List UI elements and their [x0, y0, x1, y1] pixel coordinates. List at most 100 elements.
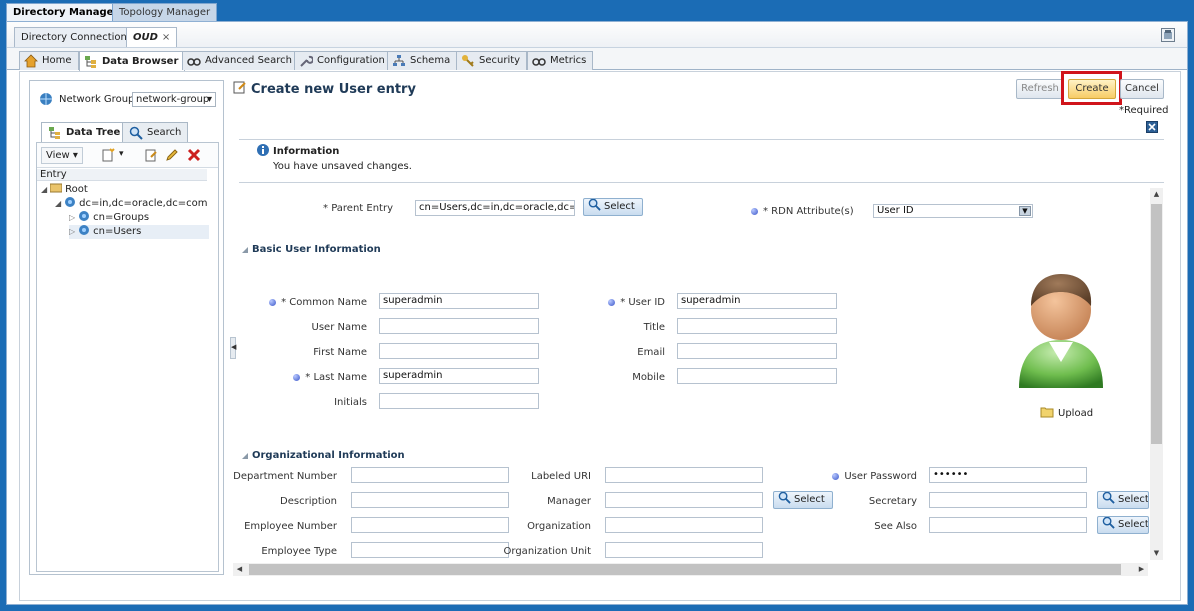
parent-entry-select-button[interactable]: Select: [583, 198, 643, 216]
secretary-select-button[interactable]: Select: [1097, 491, 1149, 509]
pencil-icon[interactable]: [165, 148, 179, 165]
expanded-icon: ◢: [55, 199, 62, 208]
info-message: You have unsaved changes.: [273, 161, 412, 172]
common-name-input[interactable]: superadmin: [379, 293, 539, 309]
tab-directory-connections[interactable]: Directory Connections: [14, 27, 140, 47]
basic-info-title: Basic User Information: [252, 244, 381, 255]
network-group-select[interactable]: network-group ▾: [132, 92, 216, 107]
tab-schema[interactable]: Schema: [387, 51, 458, 70]
info-dot-icon: [269, 298, 277, 306]
parent-entry-label: * Parent Entry: [323, 203, 393, 214]
mobile-input[interactable]: [677, 368, 837, 384]
delete-icon[interactable]: [187, 148, 201, 165]
scroll-right-icon[interactable]: ▶: [1135, 563, 1148, 576]
vertical-scrollbar[interactable]: ▲ ▼: [1150, 188, 1163, 560]
see-also-input[interactable]: [929, 517, 1087, 533]
tab-directory-manager[interactable]: Directory Manager: [6, 3, 126, 22]
description-input[interactable]: [351, 492, 509, 508]
info-dot-icon: [751, 207, 758, 215]
tab-home[interactable]: Home: [19, 51, 79, 70]
tab-data-browser[interactable]: Data Browser: [79, 51, 186, 71]
info-icon: [256, 143, 270, 160]
search-icon: [1102, 517, 1115, 533]
user-name-input[interactable]: [379, 318, 539, 334]
title-input[interactable]: [677, 318, 837, 334]
tab-advanced-search[interactable]: Advanced Search: [182, 51, 299, 70]
scroll-thumb[interactable]: [249, 564, 1121, 575]
form-title: Create new User entry: [233, 80, 416, 98]
scroll-down-icon[interactable]: ▼: [1150, 547, 1163, 560]
detach-window-icon[interactable]: [1161, 28, 1175, 42]
upload-link[interactable]: Upload: [1040, 406, 1093, 421]
chevron-down-icon[interactable]: ▾: [119, 149, 124, 159]
first-name-input[interactable]: [379, 343, 539, 359]
scroll-left-icon[interactable]: ◀: [233, 563, 246, 576]
container-icon: [78, 224, 90, 241]
employee-number-input[interactable]: [351, 517, 509, 533]
department-number-input[interactable]: [351, 467, 509, 483]
labeled-uri-input[interactable]: [605, 467, 763, 483]
user-password-input[interactable]: ••••••: [929, 467, 1087, 483]
edit-entry-icon[interactable]: [144, 148, 158, 165]
refresh-button[interactable]: Refresh: [1016, 79, 1064, 99]
folder-icon: [1040, 406, 1054, 421]
basic-info-section[interactable]: Basic User Information: [242, 244, 381, 255]
create-highlight: [1061, 71, 1122, 105]
scroll-thumb[interactable]: [1151, 204, 1162, 444]
rdn-attribute-value: User ID: [877, 205, 914, 216]
tab-oud-connection[interactable]: OUD ×: [126, 27, 178, 47]
last-name-input[interactable]: superadmin: [379, 368, 539, 384]
manager-input[interactable]: [605, 492, 763, 508]
employee-type-input[interactable]: [351, 542, 509, 558]
root-icon: [49, 183, 63, 198]
tab-configuration[interactable]: Configuration: [294, 51, 392, 70]
binoculars-icon: [532, 54, 546, 68]
manager-select-button[interactable]: Select: [773, 491, 833, 509]
wrench-icon: [299, 54, 314, 68]
tab-security[interactable]: Security: [456, 51, 528, 70]
search-icon: [1102, 492, 1115, 508]
network-icon: [39, 92, 53, 109]
secretary-input[interactable]: [929, 492, 1087, 508]
user-id-input[interactable]: superadmin: [677, 293, 837, 309]
main-frame: Directory Connections OUD × Home Data Br…: [6, 21, 1188, 605]
parent-entry-input[interactable]: cn=Users,dc=in,dc=oracle,dc=com: [415, 200, 575, 216]
tree-node-users[interactable]: ▷ cn=Users: [69, 224, 209, 241]
organization-unit-input[interactable]: [605, 542, 763, 558]
see-also-select-button[interactable]: Select: [1097, 516, 1149, 534]
rdn-attribute-select[interactable]: User ID ▼: [873, 204, 1033, 218]
select-label: Select: [794, 494, 825, 505]
close-icon[interactable]: ×: [162, 28, 170, 47]
organization-label: Organization: [527, 521, 591, 532]
collapsed-icon: ▷: [69, 213, 76, 222]
tab-search[interactable]: Search: [122, 122, 189, 142]
user-avatar: [1013, 262, 1109, 390]
user-id-text: * User ID: [620, 297, 665, 308]
horizontal-scrollbar[interactable]: ◀ ▶: [233, 563, 1148, 576]
labeled-uri-label: Labeled URI: [531, 471, 591, 482]
initials-input[interactable]: [379, 393, 539, 409]
tab-metrics[interactable]: Metrics: [527, 51, 594, 70]
chevron-down-icon: ▼: [1019, 206, 1031, 216]
first-name-label: First Name: [313, 347, 367, 358]
tab-configuration-label: Configuration: [317, 55, 385, 66]
cancel-button[interactable]: Cancel: [1120, 79, 1164, 99]
last-name-label: * Last Name: [277, 372, 367, 383]
collapse-triangle-icon: [242, 452, 248, 459]
new-entry-icon[interactable]: [101, 148, 115, 165]
edit-entry-icon: [233, 80, 247, 98]
panel-splitter[interactable]: ◀: [230, 337, 236, 359]
tab-data-tree[interactable]: Data Tree: [41, 122, 128, 142]
view-menu[interactable]: View ▾: [41, 147, 83, 164]
data-tree-panel: View ▾ ▾ Entry ◢ Root ◢ dc=in,dc=oracle,…: [36, 142, 219, 572]
email-input[interactable]: [677, 343, 837, 359]
tab-topology-manager[interactable]: Topology Manager: [112, 3, 218, 22]
scroll-up-icon[interactable]: ▲: [1150, 188, 1163, 201]
separator: [239, 139, 1164, 140]
upload-label: Upload: [1058, 408, 1094, 419]
org-info-section[interactable]: Organizational Information: [242, 450, 405, 461]
organization-input[interactable]: [605, 517, 763, 533]
collapse-left-icon: ◀: [231, 343, 237, 351]
employee-number-label: Employee Number: [244, 521, 337, 532]
close-message-icon[interactable]: [1146, 121, 1158, 133]
